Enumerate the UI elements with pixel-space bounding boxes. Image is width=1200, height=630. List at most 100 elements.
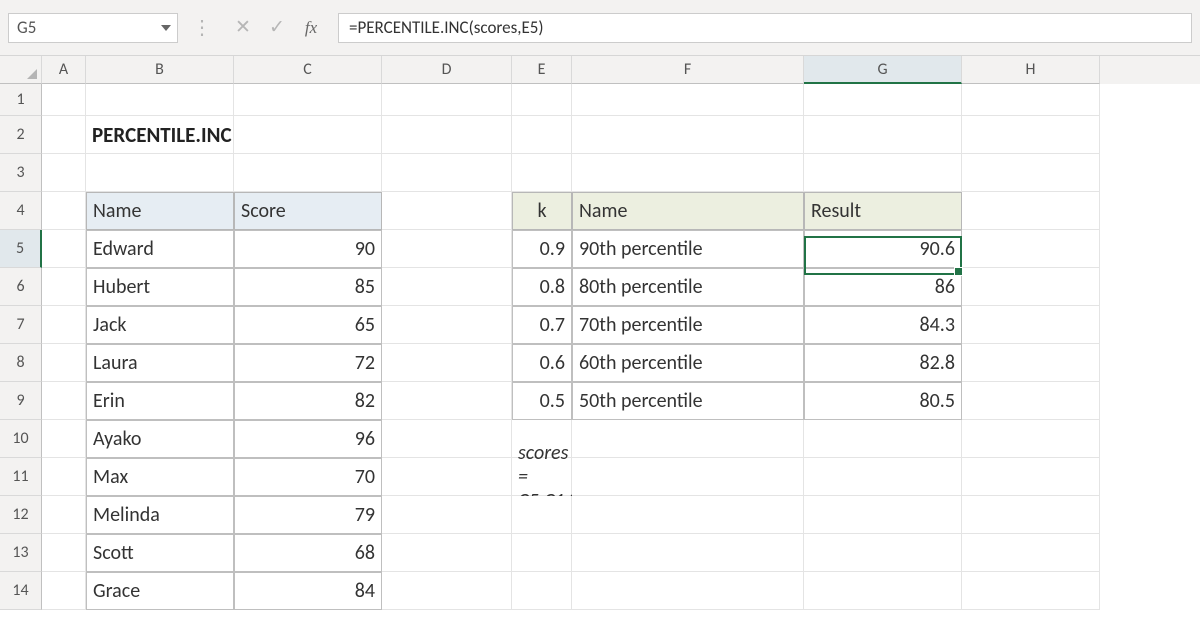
- cell-H11[interactable]: [962, 458, 1100, 496]
- cell-B10[interactable]: Ayako: [86, 420, 234, 458]
- cell-D4[interactable]: [382, 192, 512, 230]
- cell-F3[interactable]: [572, 154, 804, 192]
- cell-F1[interactable]: [572, 84, 804, 116]
- cell-C2[interactable]: [234, 116, 382, 154]
- cell-A8[interactable]: [42, 344, 86, 382]
- cell-B6[interactable]: Hubert: [86, 268, 234, 306]
- cell-D5[interactable]: [382, 230, 512, 268]
- cell-D14[interactable]: [382, 572, 512, 610]
- cell-B12[interactable]: Melinda: [86, 496, 234, 534]
- cancel-formula-icon[interactable]: ✕: [226, 13, 260, 43]
- cell-H8[interactable]: [962, 344, 1100, 382]
- row-header-2[interactable]: 2: [0, 116, 42, 154]
- cell-B13[interactable]: Scott: [86, 534, 234, 572]
- cell-D12[interactable]: [382, 496, 512, 534]
- cell-C8[interactable]: 72: [234, 344, 382, 382]
- cell-C9[interactable]: 82: [234, 382, 382, 420]
- col-header-B[interactable]: B: [86, 56, 234, 84]
- row-header-10[interactable]: 10: [0, 420, 42, 458]
- cell-H9[interactable]: [962, 382, 1100, 420]
- col-header-F[interactable]: F: [572, 56, 804, 84]
- cell-H1[interactable]: [962, 84, 1100, 116]
- cell-H5[interactable]: [962, 230, 1100, 268]
- cell-G10[interactable]: [804, 420, 962, 458]
- cell-H10[interactable]: [962, 420, 1100, 458]
- cell-D13[interactable]: [382, 534, 512, 572]
- cell-A12[interactable]: [42, 496, 86, 534]
- cell-C7[interactable]: 65: [234, 306, 382, 344]
- cell-E13[interactable]: [512, 534, 572, 572]
- cell-C10[interactable]: 96: [234, 420, 382, 458]
- cell-D3[interactable]: [382, 154, 512, 192]
- cell-E4-header-k[interactable]: k: [512, 192, 572, 230]
- cell-E7[interactable]: 0.7: [512, 306, 572, 344]
- cell-F9[interactable]: 50th percentile: [572, 382, 804, 420]
- accept-formula-icon[interactable]: ✓: [260, 13, 294, 43]
- cell-E14[interactable]: [512, 572, 572, 610]
- cell-G13[interactable]: [804, 534, 962, 572]
- cell-G2[interactable]: [804, 116, 962, 154]
- cell-F13[interactable]: [572, 534, 804, 572]
- cell-A2[interactable]: [42, 116, 86, 154]
- cell-E3[interactable]: [512, 154, 572, 192]
- col-header-E[interactable]: E: [512, 56, 572, 84]
- cell-E1[interactable]: [512, 84, 572, 116]
- cell-B5[interactable]: Edward: [86, 230, 234, 268]
- cell-H13[interactable]: [962, 534, 1100, 572]
- cell-F7[interactable]: 70th percentile: [572, 306, 804, 344]
- cell-A4[interactable]: [42, 192, 86, 230]
- cell-A11[interactable]: [42, 458, 86, 496]
- cell-G14[interactable]: [804, 572, 962, 610]
- cell-F12[interactable]: [572, 496, 804, 534]
- col-header-C[interactable]: C: [234, 56, 382, 84]
- cell-D8[interactable]: [382, 344, 512, 382]
- cell-A1[interactable]: [42, 84, 86, 116]
- cell-F8[interactable]: 60th percentile: [572, 344, 804, 382]
- cell-B11[interactable]: Max: [86, 458, 234, 496]
- cell-G9[interactable]: 80.5: [804, 382, 962, 420]
- cell-C1[interactable]: [234, 84, 382, 116]
- cell-E2[interactable]: [512, 116, 572, 154]
- cell-H4[interactable]: [962, 192, 1100, 230]
- col-header-A[interactable]: A: [42, 56, 86, 84]
- cell-B14[interactable]: Grace: [86, 572, 234, 610]
- cell-C11[interactable]: 70: [234, 458, 382, 496]
- cell-G3[interactable]: [804, 154, 962, 192]
- row-header-9[interactable]: 9: [0, 382, 42, 420]
- cell-D1[interactable]: [382, 84, 512, 116]
- formula-input[interactable]: =PERCENTILE.INC(scores,E5): [338, 13, 1192, 43]
- cell-E6[interactable]: 0.8: [512, 268, 572, 306]
- cell-G6[interactable]: 86: [804, 268, 962, 306]
- row-header-12[interactable]: 12: [0, 496, 42, 534]
- cell-H12[interactable]: [962, 496, 1100, 534]
- cell-C3[interactable]: [234, 154, 382, 192]
- cell-D7[interactable]: [382, 306, 512, 344]
- col-header-D[interactable]: D: [382, 56, 512, 84]
- cell-D9[interactable]: [382, 382, 512, 420]
- cell-A14[interactable]: [42, 572, 86, 610]
- cell-F2[interactable]: [572, 116, 804, 154]
- cell-F10[interactable]: [572, 420, 804, 458]
- cell-G12[interactable]: [804, 496, 962, 534]
- cell-A9[interactable]: [42, 382, 86, 420]
- cell-B4-header-name[interactable]: Name: [86, 192, 234, 230]
- cell-A5[interactable]: [42, 230, 86, 268]
- cell-C5[interactable]: 90: [234, 230, 382, 268]
- cell-E12[interactable]: [512, 496, 572, 534]
- cell-H3[interactable]: [962, 154, 1100, 192]
- row-header-6[interactable]: 6: [0, 268, 42, 306]
- cell-B3[interactable]: [86, 154, 234, 192]
- cell-B1[interactable]: [86, 84, 234, 116]
- row-header-8[interactable]: 8: [0, 344, 42, 382]
- cell-G5[interactable]: 90.6: [804, 230, 962, 268]
- cell-H2[interactable]: [962, 116, 1100, 154]
- row-header-13[interactable]: 13: [0, 534, 42, 572]
- cell-B7[interactable]: Jack: [86, 306, 234, 344]
- cell-A10[interactable]: [42, 420, 86, 458]
- row-header-5[interactable]: 5: [0, 230, 42, 268]
- cell-H7[interactable]: [962, 306, 1100, 344]
- cell-F5[interactable]: 90th percentile: [572, 230, 804, 268]
- cell-B8[interactable]: Laura: [86, 344, 234, 382]
- insert-function-icon[interactable]: fx: [294, 13, 328, 43]
- cell-C4-header-score[interactable]: Score: [234, 192, 382, 230]
